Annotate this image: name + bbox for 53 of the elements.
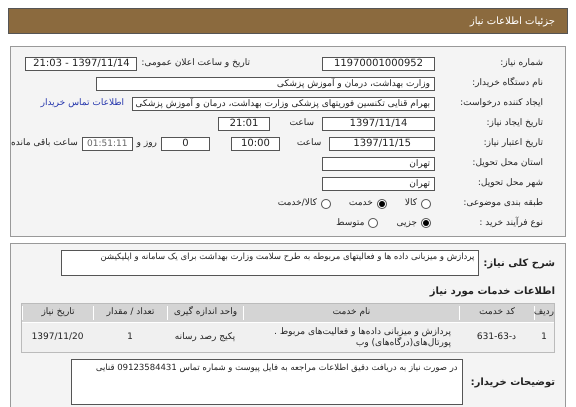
column-header: نام خدمت — [243, 306, 459, 320]
radio-button[interactable] — [368, 218, 378, 228]
field-label: شماره نیاز: — [499, 57, 544, 70]
field-value: 1397/11/14 - 21:03 — [25, 57, 138, 71]
column-header: تاریخ نیاز — [22, 306, 93, 320]
field-label: ساعت — [296, 137, 322, 150]
field-label: طبقه بندی موضوعی: — [462, 197, 544, 210]
field-label: ساعت باقی مانده — [11, 137, 78, 150]
header-title: جزئیات اطلاعات نیاز — [470, 14, 555, 28]
summary-field: پردازش و میزبانی داده ها و فعالیتهای مربوطه به طرح سلامت وزارت بهداشت برای یک سامانه و اپلیکیشن — [61, 250, 480, 276]
field-value: 1397/11/15 — [329, 137, 435, 151]
field-value: تهران — [322, 157, 435, 171]
radio-button[interactable] — [320, 198, 331, 209]
column-header: تعداد / مقدار — [93, 306, 167, 320]
table-cell-text: 1397/11/20 — [30, 330, 84, 344]
field-label: تاریخ اعتبار نیاز: — [482, 137, 544, 150]
table-cell-text: 1 — [126, 330, 134, 344]
column-header: واحد اندازه گیری — [167, 306, 243, 320]
field-value: تهران — [322, 177, 435, 191]
notes-field: در صورت نیاز به دریافت دقیق اطلاعات مراجعه به فایل پیوست و شماره تماس 09123584431 قنایی — [70, 359, 463, 405]
field-label: استان محل تحویل: — [471, 157, 544, 170]
radio-label: متوسط — [336, 216, 364, 230]
section-heading: اطلاعات خدمات مورد نیاز — [428, 285, 555, 299]
radio-button[interactable] — [421, 198, 431, 209]
field-label: شرح کلی نیاز: — [483, 256, 555, 270]
radio-label: کالا — [404, 197, 417, 210]
table-cell-text: پردازش و میزبانی داده‌ها و فعالیت‌های مربوط . پورتال‌های(درگاه‌های) وب — [273, 326, 452, 348]
column-header: کد خدمت — [459, 306, 534, 320]
radio-label: کالا/خدمت — [278, 197, 317, 210]
field-value: 1397/11/14 — [322, 117, 435, 131]
field-label: نوع فرآیند خرید : — [478, 216, 544, 230]
field-label: ساعت — [288, 117, 314, 130]
field-label: تاریخ و ساعت اعلان عمومی: — [141, 57, 250, 70]
table-cell-text: پکیج رصد رسانه — [174, 330, 236, 344]
field-label: روز و — [136, 137, 157, 150]
column-header: ردیف — [534, 306, 554, 320]
field-value: 21:01 — [218, 117, 270, 131]
field-label: ایجاد کننده درخواست: — [459, 97, 544, 110]
table-cell-text: د-63-631 — [476, 330, 518, 344]
field-label: شهر محل تحویل: — [476, 177, 544, 190]
table-cell-text: 1 — [540, 330, 548, 344]
radio-button[interactable] — [421, 218, 431, 228]
field-label: نام دستگاه خریدار: — [471, 77, 544, 90]
buyer-contact-link[interactable]: اطلاعات تماس خریدار — [40, 97, 124, 111]
field-label: توضیحات خریدار: — [470, 376, 555, 390]
radio-button[interactable] — [376, 198, 387, 209]
radio-label: جزیی — [396, 216, 417, 230]
field-label: تاریخ ایجاد نیاز: — [485, 117, 544, 130]
radio-label: خدمت — [348, 197, 373, 210]
field-value: 10:00 — [230, 137, 280, 151]
field-value: 0 — [160, 137, 210, 151]
field-value: 11970001000952 — [322, 57, 435, 71]
field-value: 01:51:11 — [82, 137, 133, 151]
